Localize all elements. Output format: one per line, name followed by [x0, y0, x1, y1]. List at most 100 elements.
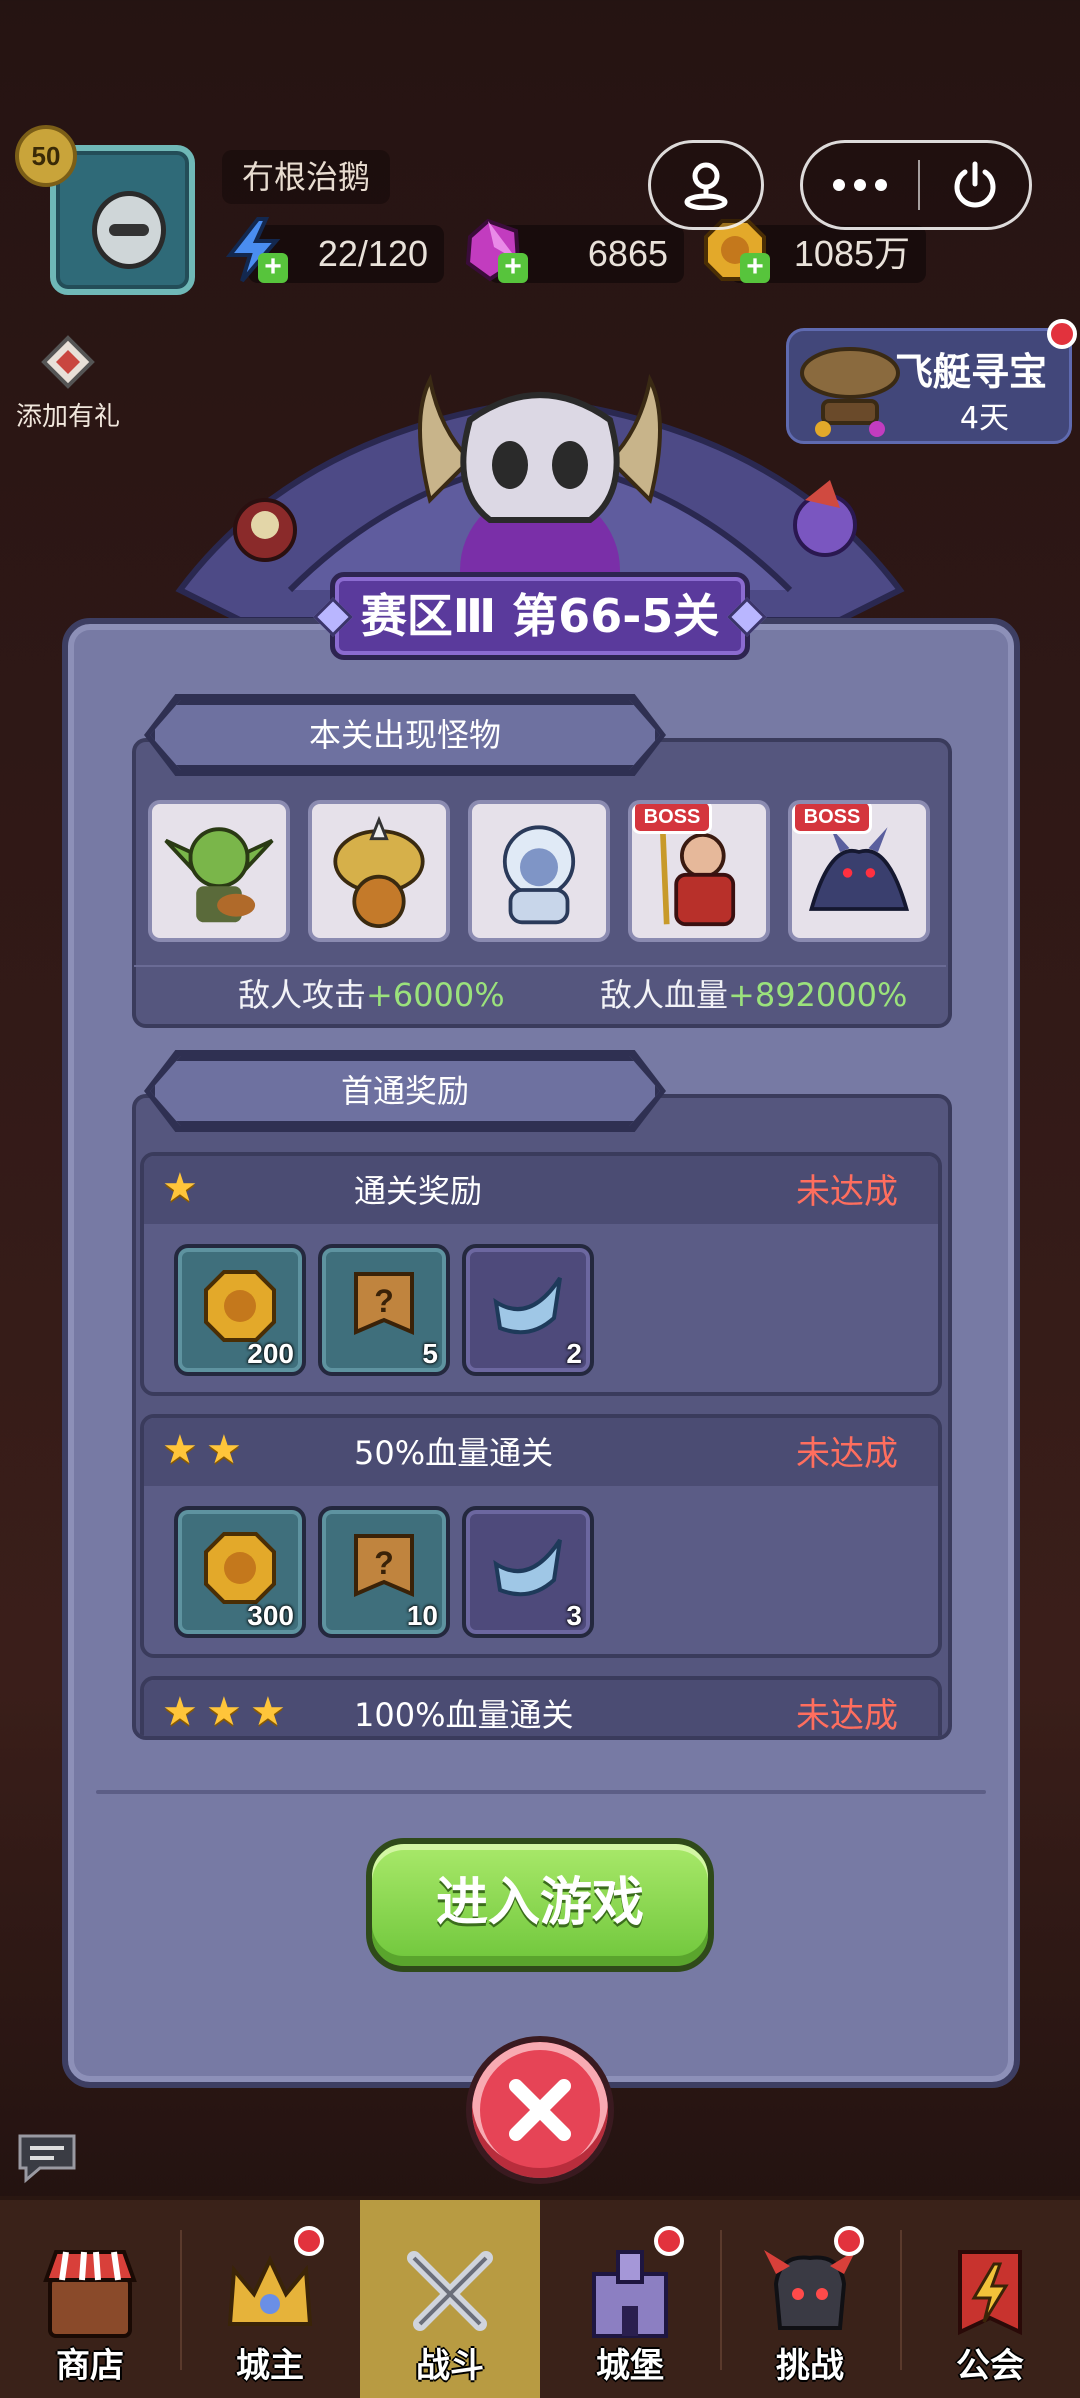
- plus-icon[interactable]: +: [498, 252, 528, 283]
- reward-item-crystal[interactable]: 3: [462, 1506, 594, 1638]
- close-button[interactable]: [466, 2036, 614, 2184]
- chat-icon[interactable]: [14, 2130, 80, 2184]
- enemy-hp-value: +892000%: [728, 976, 908, 1014]
- location-button[interactable]: [648, 140, 764, 230]
- capsule-divider: [918, 160, 920, 210]
- goblin-icon: [164, 827, 274, 923]
- monster-goblin[interactable]: [148, 800, 290, 942]
- shop-icon: [43, 2250, 137, 2338]
- enemy-hp-stat: 敌人血量+892000%: [600, 970, 907, 1016]
- reward-item-gold[interactable]: 300: [174, 1506, 306, 1638]
- reward-title: 100%血量通关: [354, 1696, 574, 1734]
- beast-icon: [333, 815, 425, 928]
- player-name: 冇根治鹅: [222, 150, 391, 204]
- add-gift-label: 添加有礼: [15, 402, 120, 432]
- nav-challenge[interactable]: 挑战: [720, 2200, 900, 2398]
- reward-item-gold[interactable]: 200: [174, 1244, 306, 1376]
- crystal-shard-icon: [493, 1276, 562, 1335]
- stage-title-text: 赛区Ⅲ 第66-5关: [360, 589, 720, 643]
- plus-icon[interactable]: +: [740, 252, 770, 283]
- enemy-attack-label: 敌人攻击: [238, 976, 367, 1014]
- monster-boss-demon[interactable]: BOSS: [788, 800, 930, 942]
- monster-beast[interactable]: [308, 800, 450, 942]
- notification-dot: [294, 2226, 324, 2256]
- svg-text:?: ?: [374, 1283, 394, 1319]
- reward-qty: 200: [247, 1338, 294, 1369]
- reward-qty: 5: [422, 1338, 438, 1369]
- nav-challenge-label: 挑战: [776, 2346, 844, 2386]
- enter-game-button[interactable]: 进入游戏: [366, 1838, 714, 1972]
- nav-lord-label: 城主: [236, 2346, 304, 2386]
- star-icon: ★: [206, 1689, 242, 1735]
- crystal-shard-icon: [493, 1538, 562, 1597]
- reward-title: 通关奖励: [354, 1172, 483, 1210]
- nav-guild[interactable]: 公会: [900, 2200, 1080, 2398]
- reward-item-mystery-scroll[interactable]: ? 5: [318, 1244, 450, 1376]
- nav-shop-label: 商店: [56, 2346, 124, 2386]
- monster-boss-mage[interactable]: BOSS: [628, 800, 770, 942]
- energy-counter[interactable]: + 22/120: [225, 217, 444, 283]
- gem-counter[interactable]: + 6865: [465, 218, 684, 283]
- demon-helmet-icon: [764, 2250, 856, 2330]
- reward-qty: 2: [566, 1338, 582, 1369]
- location-pin-icon: [684, 162, 728, 210]
- player-avatar[interactable]: 50: [15, 125, 200, 305]
- bottom-nav: 商店 城主 战斗 城堡 挑战 公会: [0, 2196, 1080, 2398]
- diamond-gift-icon: [41, 335, 95, 389]
- star-icon: ★: [250, 1689, 286, 1735]
- star-icon: ★: [206, 1427, 242, 1473]
- nav-guild-label: 公会: [956, 2346, 1024, 2386]
- airship-days: 4天: [959, 401, 1009, 436]
- gold-value: 1085万: [793, 233, 910, 274]
- notification-dot: [654, 2226, 684, 2256]
- mystery-scroll-icon: ?: [354, 1272, 414, 1336]
- notification-dot: [834, 2226, 864, 2256]
- gem-value: 6865: [587, 233, 668, 274]
- plus-icon[interactable]: +: [258, 252, 288, 283]
- reward-status: 未达成: [796, 1434, 898, 1474]
- gold-counter[interactable]: + 1085万: [704, 219, 926, 283]
- reward-row: ★ ★ 50%血量通关 未达成 300 ? 10 3: [140, 1414, 942, 1658]
- reward-item-mystery-scroll[interactable]: ? 10: [318, 1506, 450, 1638]
- reward-title: 50%血量通关: [354, 1434, 554, 1472]
- enemy-attack-stat: 敌人攻击+6000%: [238, 970, 505, 1016]
- rewards-header: 首通奖励: [150, 1056, 660, 1126]
- nav-lord[interactable]: 城主: [180, 2200, 360, 2398]
- gold-coin-icon: [204, 1532, 276, 1604]
- nav-battle-label: 战斗: [416, 2346, 484, 2386]
- dialog-divider: [96, 1790, 986, 1794]
- star-icon: ★: [162, 1689, 198, 1735]
- nav-castle[interactable]: 城堡: [540, 2200, 720, 2398]
- guild-banner-icon: [958, 2250, 1022, 2336]
- power-icon[interactable]: [950, 160, 1000, 210]
- reward-row: ★ ★ ★ 100%血量通关 未达成: [140, 1676, 942, 1736]
- svg-text:?: ?: [374, 1545, 394, 1581]
- more-dots-icon[interactable]: [832, 178, 888, 192]
- crown-icon: [227, 2255, 313, 2326]
- reward-row: ★ 通关奖励 未达成 200 ? 5 2: [140, 1152, 942, 1396]
- gold-coin-icon: [204, 1270, 276, 1342]
- notification-dot: [1047, 319, 1077, 349]
- nav-battle[interactable]: 战斗: [360, 2200, 540, 2398]
- nav-castle-label: 城堡: [596, 2346, 664, 2386]
- level-badge: 50: [15, 125, 77, 187]
- add-gift-button[interactable]: 添加有礼: [8, 335, 128, 433]
- close-icon: [509, 2079, 571, 2141]
- reward-status: 未达成: [796, 1172, 898, 1212]
- energy-value: 22/120: [317, 233, 428, 274]
- crossed-swords-icon: [407, 2251, 493, 2331]
- castle-icon: [592, 2250, 668, 2338]
- nav-shop[interactable]: 商店: [0, 2200, 180, 2398]
- monsters-divider: [134, 965, 946, 967]
- star-icon: ★: [162, 1165, 198, 1211]
- reward-qty: 300: [247, 1600, 294, 1631]
- capsule-menu: [800, 140, 1032, 230]
- monster-yeti[interactable]: [468, 800, 610, 942]
- mystery-scroll-icon: ?: [354, 1534, 414, 1598]
- stage-title: 赛区Ⅲ 第66-5关: [313, 572, 767, 660]
- yeti-icon: [502, 825, 576, 925]
- reward-status: 未达成: [796, 1696, 898, 1736]
- rewards-panel[interactable]: ★ 通关奖励 未达成 200 ? 5 2 ★ ★ 50%血量通关 未达成 300…: [132, 1094, 952, 1740]
- reward-qty: 10: [406, 1600, 438, 1631]
- reward-item-crystal[interactable]: 2: [462, 1244, 594, 1376]
